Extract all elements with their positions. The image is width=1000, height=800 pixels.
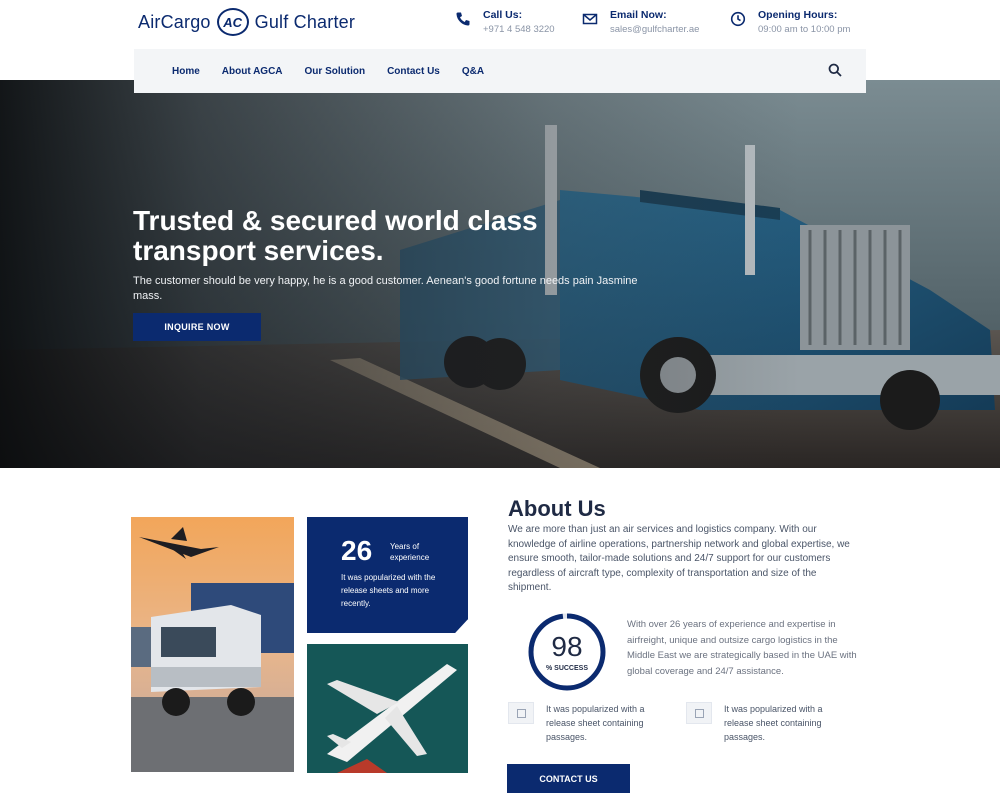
experience-number: 26 xyxy=(341,535,373,566)
contact-phone[interactable]: Call Us: +971 4 548 3220 xyxy=(455,9,555,35)
feature-icon xyxy=(508,702,534,724)
main-nav: Home About AGCA Our Solution Contact Us … xyxy=(134,49,866,93)
clock-icon xyxy=(730,11,746,27)
contact-email[interactable]: Email Now: sales@gulfcharter.ae xyxy=(582,9,699,35)
contact-phone-title: Call Us: xyxy=(483,9,523,21)
contact-hours: Opening Hours: 09:00 am to 10:00 pm xyxy=(730,9,850,35)
email-icon xyxy=(582,13,598,25)
contact-email-value: sales@gulfcharter.ae xyxy=(610,24,700,35)
inquire-now-button[interactable]: INQUIRE NOW xyxy=(133,313,261,341)
experience-label: Years of experience xyxy=(390,542,430,562)
hero-title: Trusted & secured world class transport … xyxy=(133,205,538,266)
success-label: % SUCCESS xyxy=(545,665,588,672)
contact-phone-value: +971 4 548 3220 xyxy=(483,24,555,35)
contact-email-title: Email Now: xyxy=(610,9,667,21)
search-icon[interactable] xyxy=(828,63,842,77)
brand-mark-icon: AC xyxy=(216,8,249,36)
feature-item: It was popularized with a release sheet … xyxy=(686,702,844,744)
hero-subtitle: The customer should be very happy, he is… xyxy=(133,275,638,302)
brand-name-right: Gulf Charter xyxy=(254,11,356,32)
nav-item-qa[interactable]: Q&A xyxy=(462,66,484,77)
phone-icon xyxy=(456,12,470,26)
feature-icon xyxy=(686,702,712,724)
feature-text: It was popularized with a release sheet … xyxy=(546,704,645,742)
experience-card: 26 Years of experience It was popularize… xyxy=(307,517,468,633)
nav-item-solution[interactable]: Our Solution xyxy=(305,66,366,77)
contact-us-button[interactable]: CONTACT US xyxy=(507,764,630,793)
contact-hours-value: 09:00 am to 10:00 pm xyxy=(758,24,851,35)
about-title: About Us xyxy=(508,496,606,521)
cargo-truck-image xyxy=(131,517,294,772)
success-value: 98 xyxy=(551,631,583,662)
feature-text: It was popularized with a release sheet … xyxy=(724,704,823,742)
feature-item: It was popularized with a release sheet … xyxy=(508,702,666,744)
top-bar: AirCargo AC Gulf Charter Call Us: +971 4… xyxy=(0,0,1000,48)
airplane-image xyxy=(307,644,468,773)
brand-logo[interactable]: AirCargo AC Gulf Charter xyxy=(138,8,355,36)
hero-banner: Trusted & secured world class transport … xyxy=(0,80,1000,468)
about-experience-text: With over 26 years of experience and exp… xyxy=(627,619,857,677)
brand-name-left: AirCargo xyxy=(138,11,211,32)
about-description: We are more than just an air services an… xyxy=(508,524,850,593)
experience-text: It was popularized with the release shee… xyxy=(341,573,436,608)
nav-item-home[interactable]: Home xyxy=(172,66,200,77)
nav-item-contact[interactable]: Contact Us xyxy=(387,66,440,77)
contact-hours-title: Opening Hours: xyxy=(758,9,838,21)
nav-item-about[interactable]: About AGCA xyxy=(222,66,283,77)
